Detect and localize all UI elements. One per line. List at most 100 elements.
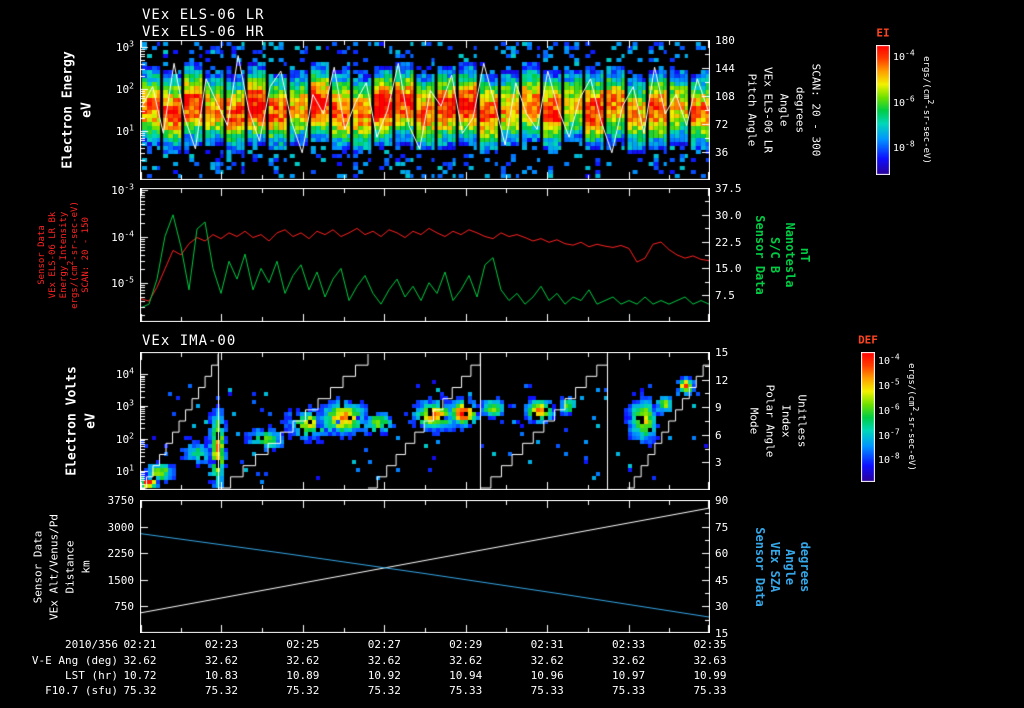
footer-value: 75.32 [204, 684, 238, 697]
y-tick-label: 750 [114, 600, 134, 613]
y-tick-label: 10-5 [111, 275, 134, 290]
time-tick-label: 02:33 [612, 638, 646, 651]
panel3-left-axis-label: Electron Volts [64, 366, 80, 476]
els-spectrogram-canvas [140, 40, 710, 180]
y-tick-label: 3 [715, 456, 722, 469]
ima-spectrogram-canvas [140, 352, 710, 490]
y-tick-label: 90 [715, 494, 729, 507]
panel3-right-axis-label: Mode [747, 407, 761, 435]
colorbar-def-title: DEF [858, 333, 878, 347]
colorbar-ei-tick-label: 10-6 [893, 94, 915, 109]
y-tick-label: 10-4 [111, 229, 134, 244]
colorbar-def-tick-label: 10-6 [878, 402, 900, 417]
y-tick-label: 1500 [107, 574, 135, 587]
footer-value: 10.96 [530, 669, 564, 682]
panel3-right-axis-label: Index [779, 404, 793, 438]
footer-value: 10.99 [693, 669, 727, 682]
footer-value: 32.62 [204, 654, 238, 667]
intensity-bfield-line-canvas [140, 188, 710, 322]
footer-value: 32.62 [123, 654, 157, 667]
y-tick-label: 37.5 [715, 182, 742, 195]
footer-value: 75.32 [367, 684, 401, 697]
panel2-right-axis-label: Sensor Data [753, 215, 767, 295]
colorbar-def-tick-label: 10-5 [878, 377, 900, 392]
panel3-right-axis-label: Polar Angle [763, 384, 777, 458]
y-tick-label: 101 [115, 463, 134, 478]
panel4-right-axis-label: Sensor Data [753, 526, 767, 607]
y-tick-label: 180 [715, 34, 735, 47]
footer-value: 32.62 [367, 654, 401, 667]
panel1-right-axis-label: Pitch Angle [745, 73, 759, 147]
panel4-left-axis-label: km [79, 559, 93, 574]
panel3-title-ima: VEx IMA-00 [142, 333, 237, 349]
footer-value: 10.92 [367, 669, 401, 682]
colorbar-ei-tick-label: 10-8 [893, 139, 915, 154]
footer-value: 32.62 [612, 654, 646, 667]
panel1-left-axis-label: Electron Energy [60, 51, 76, 169]
panel2-left-axis-label: Sensor Data [37, 225, 47, 285]
footer-value: 75.32 [123, 684, 157, 697]
panel4-left-axis-label: VEx Alt/Venus/Pd [47, 513, 61, 620]
panel2-left-axis-label: Energy Intensity [59, 211, 69, 299]
y-tick-label: 10-3 [111, 182, 134, 197]
footer-value: 10.94 [449, 669, 483, 682]
footer-value: 75.32 [286, 684, 320, 697]
colorbar-def-canvas [861, 352, 875, 482]
footer-row-label: F10.7 (sfu) [45, 684, 118, 697]
panel1-right-axis-label: Angle [777, 93, 791, 127]
vex-orbit-plot-screen: VEx ELS-06 LR VEx ELS-06 HR VEx IMA-00 1… [0, 0, 1024, 708]
time-tick-label: 02:21 [123, 638, 157, 651]
y-tick-label: 36 [715, 146, 729, 159]
footer-value: 75.33 [612, 684, 646, 697]
footer-value: 10.72 [123, 669, 157, 682]
panel2-right-axis-label: nT [798, 247, 812, 263]
panel1-title-els-lr: VEx ELS-06 LR [142, 7, 265, 23]
y-tick-label: 104 [115, 366, 134, 381]
y-tick-label: 101 [115, 123, 134, 138]
time-tick-label: 02:25 [286, 638, 320, 651]
panel4-right-axis-label: degrees [798, 541, 812, 592]
panel3-left-axis-label: eV [83, 413, 99, 429]
y-tick-label: 3000 [107, 521, 135, 534]
y-tick-label: 103 [115, 39, 134, 54]
panel2-left-axis-label: SCAN: 20 - 150 [81, 217, 91, 293]
y-tick-label: 2250 [107, 547, 135, 560]
footer-value: 10.89 [286, 669, 320, 682]
footer-value: 32.62 [286, 654, 320, 667]
altitude-sza-line-canvas [140, 500, 710, 633]
footer-row-label: LST (hr) [65, 669, 118, 682]
colorbar-def-tick-label: 10-4 [878, 352, 900, 367]
panel2-right-axis-label: S/C B [768, 236, 782, 274]
panel1-title-els-hr: VEx ELS-06 HR [142, 24, 265, 40]
time-axis-date: 2010/356 [65, 638, 118, 651]
colorbar-def-tick-label: 10-7 [878, 427, 900, 442]
colorbar-def-tick-label: 10-8 [878, 451, 900, 466]
footer-value: 75.33 [530, 684, 564, 697]
footer-value: 32.62 [449, 654, 483, 667]
footer-value: 10.83 [204, 669, 238, 682]
y-tick-label: 102 [115, 81, 134, 96]
time-tick-label: 02:31 [530, 638, 564, 651]
footer-value: 32.62 [530, 654, 564, 667]
time-tick-label: 02:29 [449, 638, 483, 651]
colorbar-ei-tick-label: 10-4 [893, 48, 915, 63]
y-tick-label: 103 [115, 398, 134, 413]
panel2-right-axis-label: Nanotesla [783, 222, 797, 288]
colorbar-ei-canvas [876, 45, 890, 175]
y-tick-label: 15 [715, 346, 729, 359]
footer-value: 75.33 [449, 684, 483, 697]
y-tick-label: 102 [115, 431, 134, 446]
colorbar-ei-units-label: ergs/(cm2-sr-sec-eV) [921, 56, 935, 164]
panel4-right-axis-label: VEx SZA [768, 541, 782, 592]
footer-value: 32.63 [693, 654, 727, 667]
time-tick-label: 02:23 [204, 638, 238, 651]
panel2-left-axis-label: ergs/(cm2-sr-sec-eV) [66, 201, 80, 309]
footer-value: 75.33 [693, 684, 727, 697]
y-tick-label: 12 [715, 374, 729, 387]
y-tick-label: 3750 [107, 494, 135, 507]
panel1-left-axis-label: eV [79, 102, 95, 118]
colorbar-ei-title: EI [876, 26, 890, 40]
panel3-right-axis-label: Unitless [795, 394, 809, 448]
panel1-right-axis-label: degrees [793, 86, 807, 134]
panel2-left-axis-label: VEx ELS-06 LR Bk [48, 211, 58, 299]
